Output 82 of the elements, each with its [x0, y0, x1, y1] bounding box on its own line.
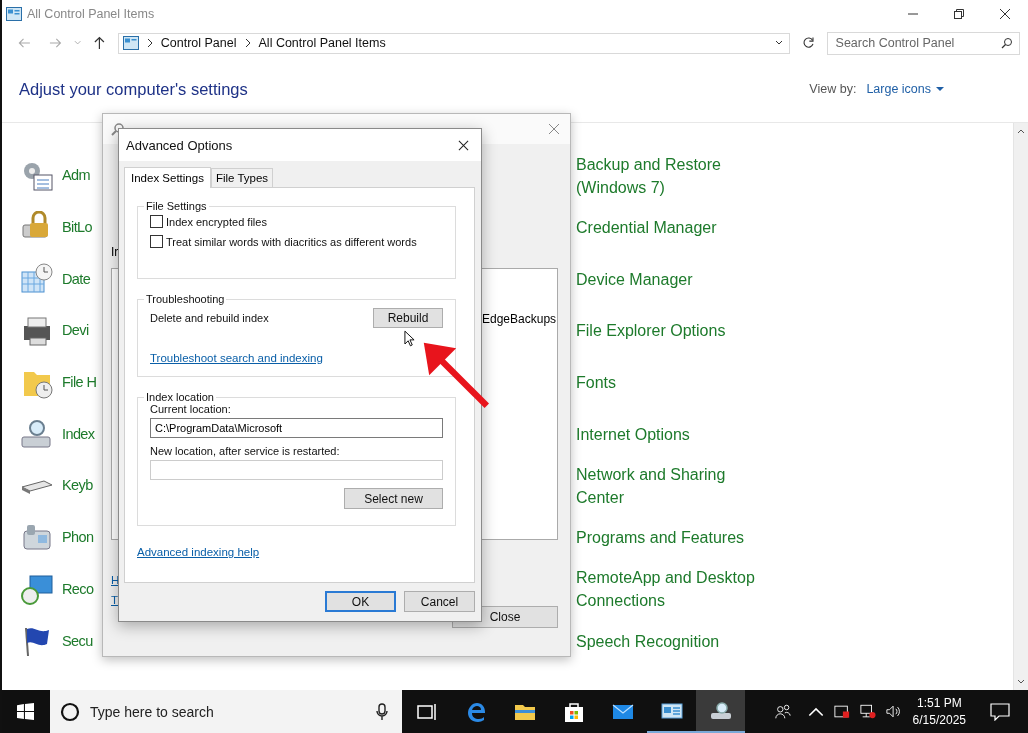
- checkbox[interactable]: [150, 235, 163, 248]
- settings-link[interactable]: Credential Manager: [576, 216, 717, 240]
- help-link[interactable]: Advanced indexing help: [137, 546, 260, 558]
- settings-link[interactable]: Programs and Features: [576, 526, 745, 550]
- speaker-icon[interactable]: [885, 704, 902, 719]
- breadcrumb-item[interactable]: Control Panel: [160, 36, 237, 50]
- scroll-down-icon[interactable]: [1017, 679, 1025, 684]
- taskbar-app[interactable]: [696, 690, 745, 733]
- settings-link[interactable]: Reco: [62, 577, 94, 601]
- settings-link[interactable]: Internet Options: [576, 422, 690, 446]
- settings-link[interactable]: File Explorer Options: [576, 319, 726, 343]
- settings-link[interactable]: Index: [62, 422, 95, 446]
- group-title: Index location: [145, 391, 215, 403]
- close-icon[interactable]: [458, 139, 469, 151]
- address-bar[interactable]: Control Panel All Control Panel Items: [117, 32, 790, 54]
- page-heading: Adjust your computer's settings: [19, 79, 248, 99]
- search-input[interactable]: Search Control Panel: [833, 35, 1001, 51]
- settings-link[interactable]: Adm: [62, 164, 90, 188]
- caret-icon: [936, 86, 944, 92]
- tab[interactable]: Index Settings: [124, 167, 211, 188]
- new-location-field[interactable]: [150, 460, 443, 480]
- settings-link[interactable]: RemoteApp and Desktop Connections: [576, 566, 776, 613]
- current-location-field[interactable]: C:\ProgramData\Microsoft: [150, 418, 443, 438]
- dialog-title: Advanced Options: [126, 137, 233, 153]
- mouse-pointer-icon: [404, 330, 415, 347]
- view-by-label: View by:: [809, 82, 857, 96]
- field-label: New location, after service is restarted:: [150, 445, 341, 457]
- settings-link[interactable]: Device Manager: [576, 267, 693, 291]
- settings-link[interactable]: Devi: [62, 319, 89, 343]
- close-icon[interactable]: [999, 8, 1011, 20]
- notification-icon[interactable]: [990, 702, 1010, 721]
- control-panel-icon: [6, 7, 22, 21]
- network-disconnected-icon[interactable]: [859, 704, 876, 719]
- troubleshoot-link[interactable]: Troubleshoot search and indexing: [150, 352, 323, 364]
- settings-link[interactable]: Secu: [62, 629, 93, 653]
- people-icon[interactable]: [772, 702, 793, 721]
- select-new-button[interactable]: Select new: [344, 488, 443, 509]
- microphone-icon[interactable]: [376, 702, 388, 721]
- search-icon: [1001, 37, 1013, 49]
- annotation-arrow: [423, 342, 490, 409]
- settings-link[interactable]: Phon: [62, 526, 94, 550]
- settings-link[interactable]: File H: [62, 371, 97, 395]
- chevron-right-icon: [146, 38, 153, 48]
- taskbar-search-field[interactable]: Type here to search: [50, 690, 402, 733]
- settings-link[interactable]: Keyb: [62, 474, 93, 498]
- settings-link[interactable]: BitLo: [62, 216, 93, 240]
- clock-time[interactable]: 1:51 PM: [916, 694, 962, 712]
- rebuild-button[interactable]: Rebuild: [373, 308, 443, 328]
- dialog-button[interactable]: OK: [325, 591, 396, 612]
- circle-icon: [60, 701, 80, 722]
- tab[interactable]: File Types: [210, 168, 274, 187]
- windows-logo-icon[interactable]: [17, 703, 34, 720]
- settings-link[interactable]: Network and Sharing Center: [576, 462, 776, 509]
- dialog-button[interactable]: Cancel: [404, 591, 475, 612]
- restore-icon[interactable]: [953, 8, 965, 20]
- list-item[interactable]: EdgeBackups: [482, 312, 557, 326]
- partial-label: Ir: [111, 245, 120, 259]
- settings-link[interactable]: Date: [62, 267, 91, 291]
- rebuild-label: Delete and rebuild index: [150, 312, 269, 324]
- group-title: File Settings: [145, 200, 208, 212]
- control-panel-icon: [122, 36, 139, 50]
- refresh-icon[interactable]: [801, 36, 815, 50]
- view-by-dropdown[interactable]: Large icons: [866, 82, 944, 96]
- scroll-up-icon[interactable]: [1017, 129, 1025, 134]
- field-label: Current location:: [150, 403, 232, 415]
- checkbox-label[interactable]: Index encrypted files: [166, 215, 267, 228]
- chevron-right-icon: [244, 38, 251, 48]
- clock-date[interactable]: 6/15/2025: [912, 711, 966, 729]
- checkbox[interactable]: [150, 215, 163, 228]
- settings-link[interactable]: Fonts: [576, 371, 616, 395]
- settings-link[interactable]: Backup and Restore (Windows 7): [576, 152, 776, 199]
- window-title: All Control Panel Items: [27, 7, 155, 21]
- up-arrow-icon[interactable]: [92, 36, 106, 50]
- taskbar-search-placeholder: Type here to search: [90, 703, 214, 720]
- checkbox-label[interactable]: Treat similar words with diacritics as different words: [166, 235, 417, 248]
- scrollbar[interactable]: [1013, 123, 1028, 690]
- group-title: Troubleshooting: [145, 293, 226, 305]
- breadcrumb-item[interactable]: All Control Panel Items: [258, 36, 386, 50]
- chevron-down-icon[interactable]: [774, 40, 783, 46]
- search-field[interactable]: Search Control Panel: [826, 31, 1020, 55]
- settings-link[interactable]: Speech Recognition: [576, 629, 720, 653]
- security-alert-icon[interactable]: [833, 704, 850, 719]
